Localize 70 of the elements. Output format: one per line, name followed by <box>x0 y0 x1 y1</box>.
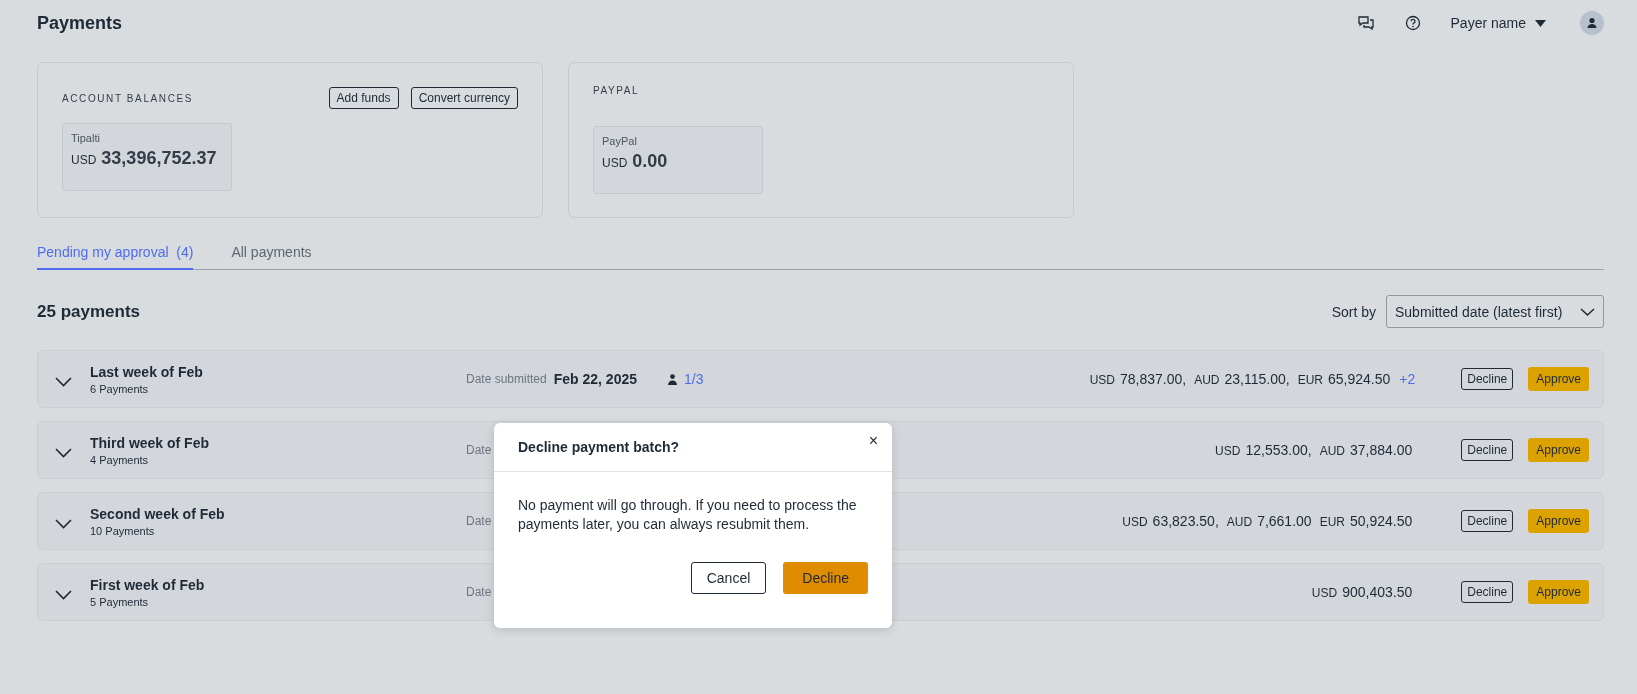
payments-count: 25 payments <box>37 301 140 322</box>
chevron-down-icon[interactable] <box>55 377 72 387</box>
batch-count: 5 Payments <box>90 595 150 608</box>
approve-button[interactable]: Approve <box>1528 438 1589 462</box>
date-label: Date <box>466 585 492 599</box>
date-label: Date <box>466 443 492 457</box>
confirm-decline-button[interactable]: Decline <box>783 562 868 594</box>
date-value: Feb 22, 2025 <box>553 371 637 387</box>
sort-dropdown[interactable]: Submitted date (latest first) <box>1386 295 1604 328</box>
currency-code: AUD <box>1226 515 1253 529</box>
dialog-message: No payment will go through. If you need to process the payments later, you can always resubmit them. <box>518 496 858 534</box>
currency-code: USD <box>71 153 97 167</box>
user-menu[interactable]: Payer name <box>1450 15 1546 31</box>
amount: 23,115.00, <box>1224 371 1290 387</box>
batch-title: Second week of Feb <box>90 505 226 522</box>
balance-amount: 0.00 <box>632 151 668 172</box>
balance-amount: 33,396,752.37 <box>101 148 217 169</box>
batch-title: Last week of Feb <box>90 363 204 380</box>
batch-title: Third week of Feb <box>90 434 210 451</box>
currency-code: EUR <box>1319 515 1345 529</box>
tab[interactable]: All payments <box>231 238 312 270</box>
currency-code: USD <box>1215 444 1241 458</box>
amount: 65,924.50 <box>1328 371 1391 387</box>
chat-icon[interactable] <box>1356 15 1375 31</box>
batch-count: 4 Payments <box>90 453 150 466</box>
batch-count: 10 Payments <box>90 524 156 537</box>
tile-label: Tipalti <box>71 132 101 144</box>
amount: 63,823.50, <box>1152 513 1219 529</box>
amount: 78,837.00, <box>1120 371 1187 387</box>
currency-code: AUD <box>1194 373 1220 387</box>
chevron-down-icon[interactable] <box>55 519 72 529</box>
decline-button[interactable]: Decline <box>1461 581 1514 603</box>
person-icon <box>668 373 677 385</box>
approve-button[interactable]: Approve <box>1528 367 1589 391</box>
approve-button[interactable]: Approve <box>1528 580 1589 604</box>
sort-label: Sort by <box>1331 303 1376 320</box>
avatar-icon[interactable] <box>1580 11 1604 35</box>
cancel-button[interactable]: Cancel <box>690 562 767 594</box>
decline-button[interactable]: Decline <box>1461 439 1514 461</box>
currency-code: USD <box>1122 515 1148 529</box>
currency-code: USD <box>1311 586 1338 600</box>
close-button[interactable]: × <box>868 432 878 450</box>
chevron-down-icon[interactable] <box>55 448 72 458</box>
currency-code: EUR <box>1297 373 1323 387</box>
page-title: Payments <box>37 12 123 34</box>
help-icon[interactable] <box>1404 15 1421 31</box>
card-title: ACCOUNT BALANCES <box>62 92 193 104</box>
batch-count: 6 Payments <box>90 382 150 395</box>
amount: 37,884.00 <box>1349 442 1413 458</box>
date-label: Date <box>466 514 492 528</box>
amount: 900,403.50 <box>1342 584 1413 600</box>
batch-title: First week of Feb <box>90 576 206 593</box>
currency-code: USD <box>602 156 628 170</box>
chevron-down-icon[interactable] <box>55 590 72 600</box>
approve-button[interactable]: Approve <box>1528 509 1589 533</box>
caret-icon <box>1535 19 1546 27</box>
card-action-button[interactable]: Convert currency <box>410 87 518 109</box>
amount: 12,553.00, <box>1245 442 1312 458</box>
tile-label: PayPal <box>602 135 638 147</box>
chevron-down-icon <box>1580 307 1595 316</box>
decline-button[interactable]: Decline <box>1461 510 1514 532</box>
card-title: PAYPAL <box>593 84 640 96</box>
currency-code: AUD <box>1319 444 1345 458</box>
currency-code: USD <box>1089 373 1115 387</box>
decline-button[interactable]: Decline <box>1461 368 1514 390</box>
dialog-title: Decline payment batch? <box>518 439 680 455</box>
card-action-button[interactable]: Add funds <box>328 87 399 109</box>
amount: 7,661.00 <box>1257 513 1312 529</box>
date-label: Date submitted <box>466 372 547 386</box>
amount: 50,924.50 <box>1349 513 1413 529</box>
